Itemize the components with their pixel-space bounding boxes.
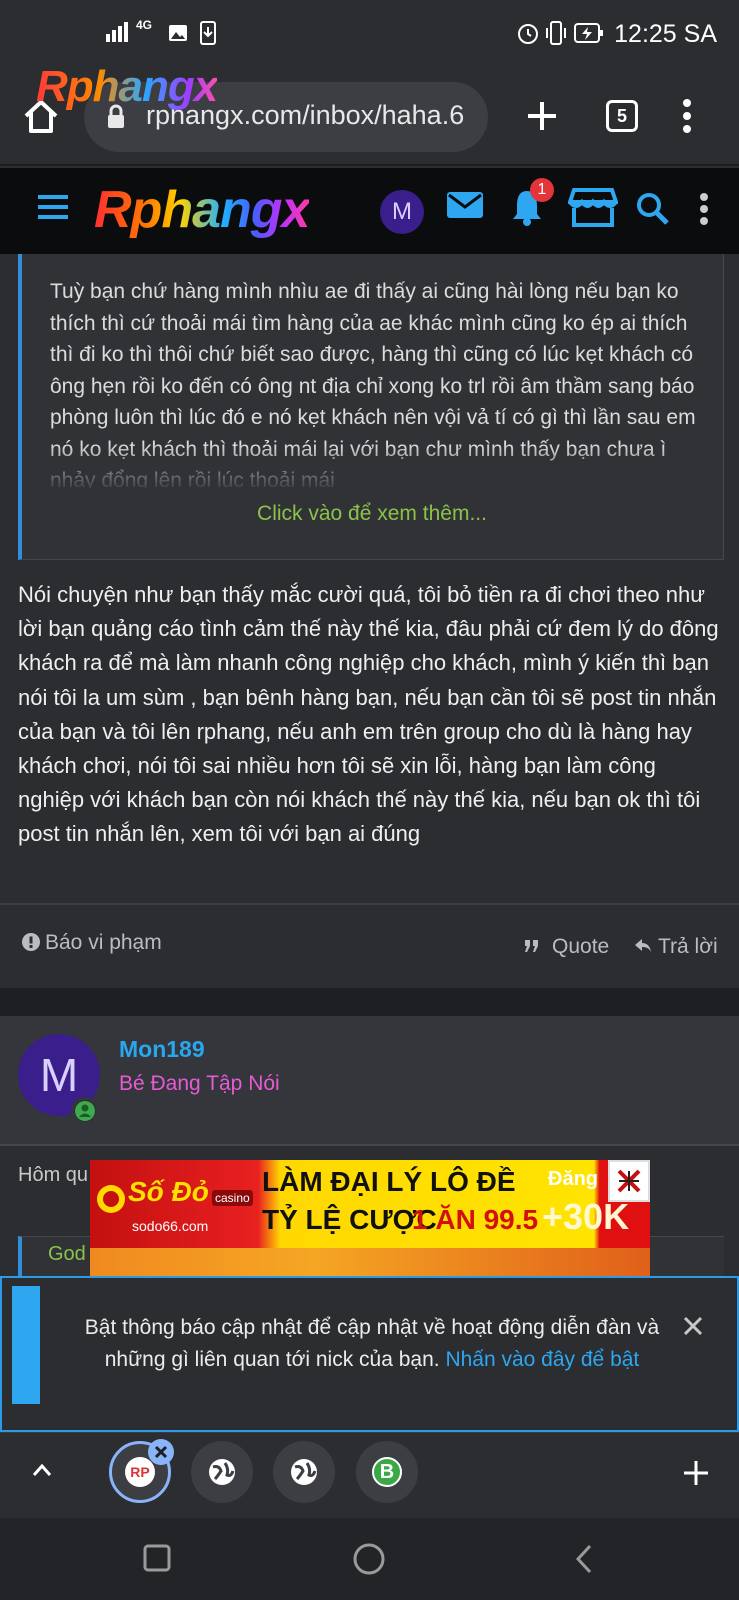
user-online-icon bbox=[75, 1101, 95, 1121]
report-link[interactable]: Báo vi phạm bbox=[45, 931, 162, 955]
home-nav-icon[interactable] bbox=[352, 1542, 386, 1576]
ad-register-label: Đăng bbox=[548, 1168, 598, 1190]
tab-globe-2[interactable] bbox=[273, 1441, 335, 1503]
notification-badge: 1 bbox=[530, 178, 554, 202]
warning-icon bbox=[22, 933, 40, 951]
mail-icon[interactable] bbox=[446, 190, 484, 220]
site-logo[interactable]: Rphangx bbox=[94, 180, 310, 240]
notification-prompt-text: Bật thông báo cập nhật để cập nhật về ho… bbox=[62, 1312, 682, 1376]
globe-icon bbox=[209, 1459, 235, 1485]
post-actions: Báo vi phạm Quote Trả lời bbox=[0, 905, 739, 988]
search-icon[interactable] bbox=[636, 192, 670, 226]
globe-icon bbox=[291, 1459, 317, 1485]
expand-quote-link[interactable]: Click vào để xem thêm... bbox=[22, 502, 722, 526]
next-post-header: M Mon189 Bé Đang Tập Nói bbox=[0, 1016, 739, 1146]
quoted-message: Tuỳ bạn chứ hàng mình nhìu ae đi thấy ai… bbox=[18, 254, 724, 560]
ad-bonus-value: +30K bbox=[542, 1196, 630, 1237]
chevron-up-icon[interactable] bbox=[32, 1463, 52, 1477]
enable-notifications-link[interactable]: Nhấn vào đây để bật bbox=[445, 1348, 639, 1371]
clock: 12:25 SA bbox=[614, 20, 717, 48]
rphangx-tab-logo: Rphangx bbox=[36, 62, 218, 111]
ad-brand-logo: Số Đỏ casino sodo66.com bbox=[94, 1166, 256, 1242]
quote-fade bbox=[22, 444, 722, 490]
system-navigation-bar bbox=[0, 1518, 739, 1600]
close-icon[interactable] bbox=[683, 1316, 703, 1336]
hamburger-menu-icon[interactable] bbox=[36, 194, 70, 220]
ad-brand-sub: casino bbox=[212, 1190, 253, 1206]
ad-brand-name: Số Đỏ bbox=[128, 1176, 209, 1207]
tab-globe-1[interactable] bbox=[191, 1441, 253, 1503]
more-options-icon[interactable] bbox=[699, 192, 709, 226]
poster-username[interactable]: Mon189 bbox=[119, 1036, 205, 1063]
network-type: 4G bbox=[136, 18, 153, 32]
next-quote-author: God bbox=[48, 1243, 86, 1265]
reply-button[interactable]: Trả lời bbox=[658, 935, 718, 959]
close-icon bbox=[154, 1445, 168, 1459]
ad-close-button[interactable] bbox=[608, 1160, 650, 1202]
signal-bar bbox=[124, 22, 128, 42]
tab-favicon: RP bbox=[125, 1457, 155, 1487]
gallery-icon bbox=[169, 25, 187, 41]
ad-banner-secondary[interactable] bbox=[90, 1245, 650, 1277]
back-icon[interactable] bbox=[574, 1544, 594, 1574]
reply-icon bbox=[635, 939, 651, 952]
next-post-text: Hôm qu bbox=[18, 1164, 89, 1186]
quote-icon bbox=[525, 940, 538, 952]
status-bar: 4G 12:25 SA bbox=[0, 0, 739, 68]
vibrate-icon bbox=[546, 21, 566, 45]
signal-bar bbox=[118, 26, 122, 42]
tab-switcher-button[interactable]: 5 bbox=[606, 100, 638, 132]
add-tab-icon[interactable] bbox=[682, 1459, 710, 1487]
alarm-icon bbox=[518, 24, 538, 44]
tab-b-site[interactable]: B bbox=[356, 1441, 418, 1503]
quote-button[interactable]: Quote bbox=[552, 935, 609, 959]
new-tab-icon[interactable] bbox=[526, 100, 558, 132]
battery-icon bbox=[574, 23, 603, 43]
signal-bar bbox=[106, 34, 110, 42]
bottom-tab-strip: RP B bbox=[0, 1432, 739, 1518]
close-tab-button[interactable] bbox=[148, 1439, 174, 1465]
ad-odds-value: 1 ĂN 99.5 bbox=[412, 1204, 539, 1235]
download-icon bbox=[200, 21, 216, 45]
close-icon bbox=[617, 1169, 641, 1193]
notification-accent-bar bbox=[12, 1286, 40, 1404]
ad-domain: sodo66.com bbox=[132, 1218, 209, 1234]
post-message-body: Nói chuyện như bạn thấy mắc cười quá, tô… bbox=[18, 582, 719, 847]
sodo-logo-icon bbox=[97, 1185, 125, 1213]
push-notification-prompt: Bật thông báo cập nhật để cập nhật về ho… bbox=[0, 1276, 739, 1432]
user-avatar[interactable]: M bbox=[380, 190, 424, 234]
online-status-indicator bbox=[71, 1097, 99, 1125]
ad-odds-label: TỶ LỆ CƯỢC bbox=[262, 1204, 437, 1235]
signal-bar bbox=[112, 30, 116, 42]
store-icon[interactable] bbox=[568, 186, 618, 228]
tab-favicon: B bbox=[372, 1457, 402, 1487]
recents-icon[interactable] bbox=[143, 1544, 171, 1572]
browser-menu-icon[interactable] bbox=[682, 98, 692, 134]
browser-toolbar: rphangx.com/inbox/haha.6 Rphangx 5 bbox=[0, 62, 739, 166]
poster-user-title: Bé Đang Tập Nói bbox=[119, 1072, 280, 1095]
post-separator bbox=[0, 988, 739, 1016]
ad-banner[interactable]: Số Đỏ casino sodo66.com LÀM ĐẠI LÝ LÔ ĐỀ… bbox=[90, 1160, 650, 1248]
ad-headline: LÀM ĐẠI LÝ LÔ ĐỀ bbox=[262, 1166, 516, 1197]
site-header: Rphangx M 1 bbox=[0, 168, 739, 254]
